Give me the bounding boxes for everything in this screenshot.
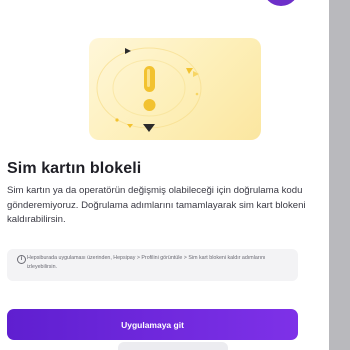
- bottom-sheet: Sim kartın blokeli Sim kartın ya da oper…: [0, 0, 329, 350]
- top-avatar: [263, 0, 299, 6]
- page-title: Sim kartın blokeli: [7, 160, 142, 177]
- go-to-app-button[interactable]: Uygulamaya git: [7, 309, 298, 340]
- info-box: i Hepsiburada uygulaması üzerinden, Heps…: [7, 249, 298, 281]
- sim-lock-icon: [96, 47, 202, 132]
- secondary-button[interactable]: [118, 342, 228, 350]
- info-circle-icon: i: [17, 255, 26, 264]
- info-text: Hepsiburada uygulaması üzerinden, Hepsip…: [27, 255, 266, 270]
- page-description: Sim kartın ya da operatörün değişmiş ola…: [7, 185, 306, 225]
- sim-lock-illustration: [89, 38, 261, 140]
